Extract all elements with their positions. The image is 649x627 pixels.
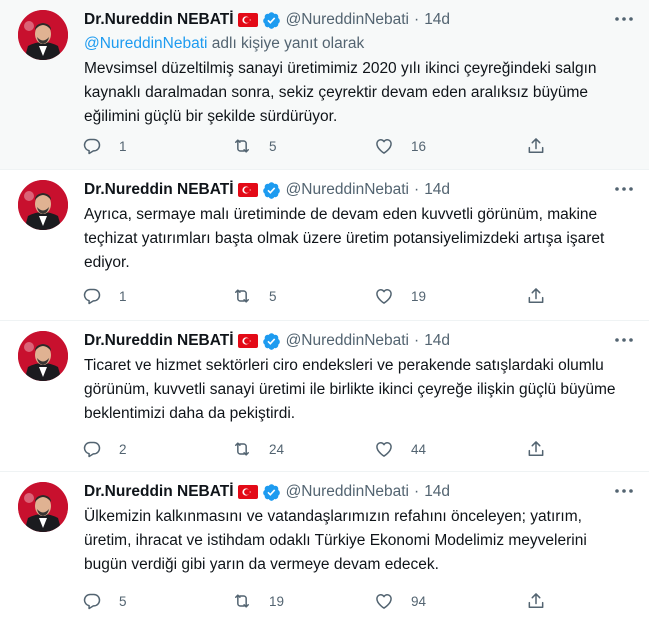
reply-button[interactable]: 1	[82, 136, 127, 156]
author-handle[interactable]: @NureddinNebati	[286, 11, 409, 29]
separator-dot: ·	[414, 11, 420, 28]
author-name[interactable]: Dr.Nureddin NEBATİ	[84, 11, 234, 29]
turkey-flag-icon	[237, 334, 258, 348]
verified-badge-icon	[262, 11, 281, 30]
like-button[interactable]: 16	[374, 136, 426, 156]
share-button[interactable]	[526, 136, 546, 156]
separator-dot: ·	[414, 483, 420, 500]
like-count: 44	[411, 441, 427, 457]
like-icon	[376, 594, 392, 609]
reply-count: 1	[119, 288, 127, 304]
turkey-flag-icon	[237, 13, 258, 27]
tweet-header: Dr.Nureddin NEBATİ @NureddinNebati · 14d	[84, 179, 450, 201]
retweet-icon	[235, 139, 249, 153]
like-count: 16	[411, 138, 427, 154]
retweet-button[interactable]: 24	[232, 439, 284, 459]
separator-dot: ·	[414, 332, 420, 349]
reply-icon	[83, 593, 101, 610]
like-icon	[376, 139, 392, 154]
retweet-button[interactable]: 5	[232, 286, 277, 306]
tweet-actions: 5 19 94	[82, 589, 629, 613]
tweet[interactable]: Dr.Nureddin NEBATİ @NureddinNebati · 14d	[0, 472, 649, 627]
reply-mention-link[interactable]: @NureddinNebati	[84, 35, 207, 52]
tweet-text: Ülkemizin kalkınmasını ve vatandaşlarımı…	[84, 508, 587, 573]
more-icon[interactable]	[613, 12, 635, 24]
tweet-header: Dr.Nureddin NEBATİ @NureddinNebati · 14d	[84, 9, 450, 31]
reply-button[interactable]: 1	[82, 286, 127, 306]
verified-badge-icon	[262, 483, 281, 502]
separator-dot: ·	[414, 181, 420, 198]
tweet[interactable]: Dr.Nureddin NEBATİ @NureddinNebati · 14d	[0, 321, 649, 472]
retweet-button[interactable]: 19	[232, 591, 284, 611]
verified-badge-icon	[262, 332, 281, 351]
replying-to: @NureddinNebati adlı kişiye yanıt olarak	[84, 35, 364, 53]
more-icon[interactable]	[613, 484, 635, 496]
retweet-count: 5	[269, 288, 277, 304]
share-button[interactable]	[526, 591, 546, 611]
share-icon	[528, 138, 544, 153]
avatar[interactable]	[18, 180, 68, 230]
retweet-icon	[235, 289, 249, 303]
share-icon	[528, 441, 544, 456]
reply-count: 2	[119, 441, 127, 457]
reply-icon	[83, 441, 101, 458]
like-button[interactable]: 44	[374, 439, 426, 459]
timestamp[interactable]: 14d	[424, 181, 450, 199]
like-count: 94	[411, 593, 427, 609]
turkey-flag-icon	[237, 183, 258, 197]
more-icon[interactable]	[613, 333, 635, 345]
avatar[interactable]	[18, 10, 68, 60]
reply-button[interactable]: 5	[82, 591, 127, 611]
share-icon	[528, 288, 544, 303]
share-button[interactable]	[526, 286, 546, 306]
timestamp[interactable]: 14d	[424, 11, 450, 29]
tweet-header: Dr.Nureddin NEBATİ @NureddinNebati · 14d	[84, 481, 450, 503]
tweet-actions: 1 5 19	[82, 284, 629, 308]
share-icon	[528, 593, 544, 608]
avatar[interactable]	[18, 331, 68, 381]
reply-count: 5	[119, 593, 127, 609]
retweet-count: 24	[269, 441, 285, 457]
retweet-icon	[235, 442, 249, 456]
tweet-text: Mevsimsel düzeltilmiş sanayi üretimimiz …	[84, 60, 597, 125]
like-button[interactable]: 19	[374, 286, 426, 306]
tweet[interactable]: Dr.Nureddin NEBATİ @NureddinNebati · 14d	[0, 0, 649, 170]
reply-icon	[83, 138, 101, 155]
like-count: 19	[411, 288, 427, 304]
more-icon[interactable]	[613, 182, 635, 194]
author-handle[interactable]: @NureddinNebati	[286, 181, 409, 199]
tweet-actions: 2 24 44	[82, 437, 629, 461]
retweet-button[interactable]: 5	[232, 136, 277, 156]
author-handle[interactable]: @NureddinNebati	[286, 483, 409, 501]
timestamp[interactable]: 14d	[424, 483, 450, 501]
avatar[interactable]	[18, 482, 68, 532]
verified-badge-icon	[262, 181, 281, 200]
retweet-icon	[235, 594, 249, 608]
reply-count: 1	[119, 138, 127, 154]
retweet-count: 19	[269, 593, 285, 609]
share-button[interactable]	[526, 439, 546, 459]
tweet-text: Ayrıca, sermaye malı üretiminde de devam…	[84, 206, 605, 271]
like-icon	[376, 442, 392, 457]
reply-suffix: adlı kişiye yanıt olarak	[207, 35, 365, 52]
retweet-count: 5	[269, 138, 277, 154]
timestamp[interactable]: 14d	[424, 332, 450, 350]
turkey-flag-icon	[237, 485, 258, 499]
tweet-header: Dr.Nureddin NEBATİ @NureddinNebati · 14d	[84, 330, 450, 352]
like-button[interactable]: 94	[374, 591, 426, 611]
tweet[interactable]: Dr.Nureddin NEBATİ @NureddinNebati · 14d	[0, 170, 649, 321]
author-name[interactable]: Dr.Nureddin NEBATİ	[84, 483, 234, 501]
author-name[interactable]: Dr.Nureddin NEBATİ	[84, 332, 234, 350]
tweet-text: Ticaret ve hizmet sektörleri ciro endeks…	[84, 357, 616, 422]
reply-icon	[83, 288, 101, 305]
tweet-actions: 1 5 16	[82, 134, 629, 158]
like-icon	[376, 289, 392, 304]
author-handle[interactable]: @NureddinNebati	[286, 332, 409, 350]
author-name[interactable]: Dr.Nureddin NEBATİ	[84, 181, 234, 199]
reply-button[interactable]: 2	[82, 439, 127, 459]
